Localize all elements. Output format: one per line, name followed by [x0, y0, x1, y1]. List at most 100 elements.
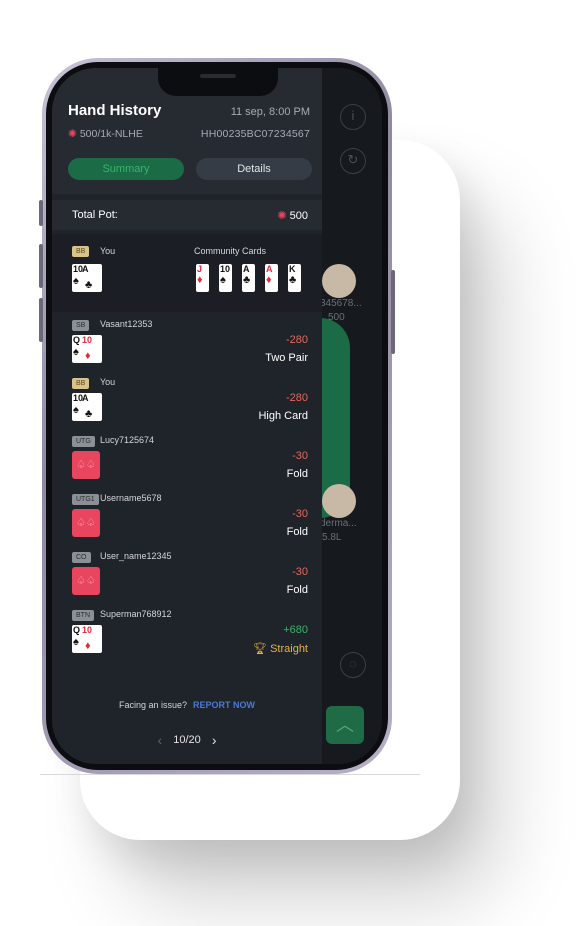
position-badge: SB	[72, 320, 90, 331]
player-result: High Card	[258, 410, 308, 422]
phone-side-button	[39, 298, 43, 342]
chevron-right-icon[interactable]: ›	[204, 732, 225, 748]
player-row[interactable]: UTG Lucy7125674 ♤♤ -30 Fold	[52, 434, 322, 492]
stakes: ✺ 500/1k-NLHE	[68, 128, 143, 140]
info-icon[interactable]: i	[340, 104, 366, 130]
hero-name: You	[100, 246, 116, 256]
card-suit: ♣	[85, 408, 93, 420]
total-pot-row: Total Pot: ✺ 500	[52, 200, 322, 230]
player-result: Two Pair	[265, 352, 308, 364]
player-result: Fold	[286, 526, 308, 538]
card-suit: ♠	[73, 275, 79, 287]
floor-line	[40, 774, 420, 775]
chip-icon: ✺	[277, 210, 287, 222]
position-badge: CO	[72, 552, 91, 563]
card-suit: ♦	[85, 350, 91, 362]
card-suit: ♦	[266, 274, 272, 286]
player-amount: -30	[292, 508, 308, 520]
player-name: Lucy7125674	[100, 435, 155, 445]
total-pot-label: Total Pot:	[72, 209, 118, 221]
hole-cards: 10 A ♠ ♣	[72, 393, 102, 421]
card-rank: 10	[82, 335, 93, 345]
tab-summary[interactable]: Summary	[68, 158, 184, 180]
card-rank: Q	[73, 335, 81, 345]
card-suit: ♣	[243, 274, 251, 286]
seat-stack: 500	[328, 312, 345, 323]
report-issue-row: Facing an issue? REPORT NOW	[52, 700, 322, 710]
report-now-link[interactable]: REPORT NOW	[193, 700, 255, 710]
folded-cards-icon: ♤♤	[72, 567, 100, 595]
community-card: 10 ♠	[219, 264, 232, 292]
player-row[interactable]: BTN Superman768912 Q 10 ♠ ♦ +680 🏆︎ Stra…	[52, 608, 322, 666]
player-name: Superman768912	[100, 609, 172, 619]
card-rank: J	[197, 264, 203, 274]
card-suit: ♠	[73, 636, 79, 648]
result-text: Straight	[270, 643, 308, 655]
card-suit: ♠	[73, 346, 79, 358]
page-title: Hand History	[68, 102, 162, 119]
seat-name: derma...	[320, 518, 357, 529]
hand-history-panel: Hand History 11 sep, 8:00 PM ✺ 500/1k-NLH…	[52, 68, 322, 764]
chip-icon: ✺	[68, 128, 77, 140]
hole-cards: Q 10 ♠ ♦	[72, 625, 102, 653]
position-badge: BB	[72, 378, 90, 389]
hero-section: BB You 10 A ♠ ♣ Community Cards J ♦ 10 ♠ A…	[52, 234, 322, 312]
chevron-left-icon[interactable]: ‹	[150, 732, 171, 748]
hole-cards: Q 10 ♠ ♦	[72, 335, 102, 363]
pot-amount: 500	[289, 210, 308, 222]
player-amount: -280	[285, 392, 308, 404]
phone-side-button	[391, 270, 395, 354]
notch	[158, 68, 278, 96]
avatar[interactable]	[322, 264, 356, 298]
player-amount: -30	[292, 566, 308, 578]
player-row[interactable]: SB Vasant12353 Q 10 ♠ ♦ -280 Two Pair	[52, 318, 322, 376]
player-row[interactable]: UTG1 Username5678 ♤♤ -30 Fold	[52, 492, 322, 550]
hand-datetime: 11 sep, 8:00 PM	[230, 106, 310, 118]
community-card: J ♦	[196, 264, 209, 292]
page-indicator: 10/20	[173, 734, 201, 746]
card-suit: ♦	[85, 640, 91, 652]
position-badge: UTG1	[72, 494, 99, 505]
player-amount: +680	[283, 624, 308, 636]
player-name: User_name12345	[100, 551, 172, 561]
phone-screen: i ↻ 345678... 500 derma... 5.8L ◌ ︿ Hand…	[52, 68, 382, 764]
player-name: Vasant12353	[100, 319, 153, 329]
player-amount: -30	[292, 450, 308, 462]
refresh-icon[interactable]: ↻	[340, 148, 366, 174]
tab-details[interactable]: Details	[196, 158, 312, 180]
player-result: Fold	[286, 468, 308, 480]
hand-id: HH00235BC07234567	[200, 128, 310, 140]
card-rank: A	[266, 264, 273, 274]
card-rank: A	[243, 264, 250, 274]
card-suit: ♣	[85, 279, 93, 291]
community-card: A ♣	[242, 264, 255, 292]
issue-text: Facing an issue?	[118, 700, 188, 710]
folded-cards-icon: ♤♤	[72, 451, 100, 479]
player-name: Username5678	[100, 493, 162, 503]
position-badge: BTN	[72, 610, 94, 621]
community-card: A ♦	[265, 264, 278, 292]
player-row[interactable]: CO User_name12345 ♤♤ -30 Fold	[52, 550, 322, 608]
background-game-table: i ↻ 345678... 500 derma... 5.8L ◌ ︿	[320, 68, 382, 764]
chevron-up-icon[interactable]: ︿	[326, 706, 364, 744]
card-rank: 10	[220, 264, 231, 274]
folded-cards-icon: ♤♤	[72, 509, 100, 537]
community-card: K ♣	[288, 264, 301, 292]
player-row[interactable]: BB You 10 A ♠ ♣ -280 High Card	[52, 376, 322, 434]
stakes-text: 500/1k-NLHE	[79, 128, 143, 140]
community-cards-label: Community Cards	[194, 246, 267, 256]
phone-side-button	[39, 200, 43, 226]
card-suit: ♠	[73, 404, 79, 416]
card-rank: 10	[82, 625, 93, 635]
trophy-icon: 🏆︎	[253, 643, 271, 655]
chat-icon[interactable]: ◌	[340, 652, 366, 678]
total-pot-value: ✺ 500	[277, 209, 308, 222]
seat-stack: 5.8L	[322, 532, 342, 543]
card-rank: Q	[73, 625, 81, 635]
player-result: 🏆︎ Straight	[253, 642, 308, 655]
speaker	[200, 74, 236, 78]
player-result: Fold	[286, 584, 308, 596]
player-amount: -280	[285, 334, 308, 346]
avatar[interactable]	[322, 484, 356, 518]
hole-cards: 10 A ♠ ♣	[72, 264, 102, 292]
